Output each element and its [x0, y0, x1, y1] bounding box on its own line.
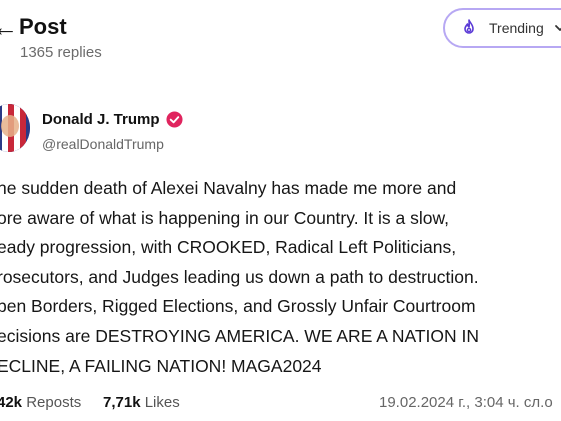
- reposts-stat[interactable]: 42k Reposts: [0, 394, 81, 411]
- post-header: ← Post 1365 replies Trending: [0, 0, 561, 70]
- trending-dropdown[interactable]: Trending: [443, 8, 561, 48]
- author-handle[interactable]: @realDonaldTrump: [42, 136, 164, 152]
- post-line: ore aware of what is happening in our Co…: [0, 207, 450, 228]
- likes-label: Likes: [144, 394, 180, 411]
- reply-count: 1365 replies: [20, 44, 102, 61]
- post-stats: 42k Reposts 7,71k Likes 19.02.2024 г., 3…: [0, 394, 561, 416]
- avatar-image: [0, 104, 30, 152]
- avatar[interactable]: [0, 104, 30, 152]
- post-line: eady progression, with CROOKED, Radical …: [0, 237, 457, 258]
- post-line: ecisions are DESTROYING AMERICA. WE ARE …: [0, 325, 480, 346]
- likes-count: 7,71k: [103, 394, 141, 411]
- flame-icon: [464, 19, 474, 34]
- author-name-row: Donald J. Trump: [42, 111, 183, 128]
- reposts-label: Reposts: [26, 394, 82, 411]
- post-text: he sudden death of Alexei Navalny has ma…: [0, 174, 561, 381]
- post-line: rosecutors, and Judges leading us down a…: [0, 266, 479, 287]
- chevron-down-icon: [554, 25, 561, 31]
- likes-stat[interactable]: 7,71k Likes: [103, 394, 180, 411]
- verified-badge-icon: [165, 111, 183, 128]
- page-title: Post: [19, 14, 67, 39]
- post-timestamp: 19.02.2024 г., 3:04 ч. сл.о: [379, 394, 553, 411]
- post-line: ECLINE, A FAILING NATION! MAGA2024: [0, 355, 322, 376]
- author-name[interactable]: Donald J. Trump: [42, 111, 160, 128]
- post-line: pen Borders, Rigged Elections, and Gross…: [0, 296, 476, 317]
- post-line: he sudden death of Alexei Navalny has ma…: [0, 178, 457, 198]
- reposts-count: 42k: [0, 394, 23, 411]
- trending-label: Trending: [489, 20, 544, 36]
- back-arrow-icon[interactable]: ←: [0, 14, 18, 40]
